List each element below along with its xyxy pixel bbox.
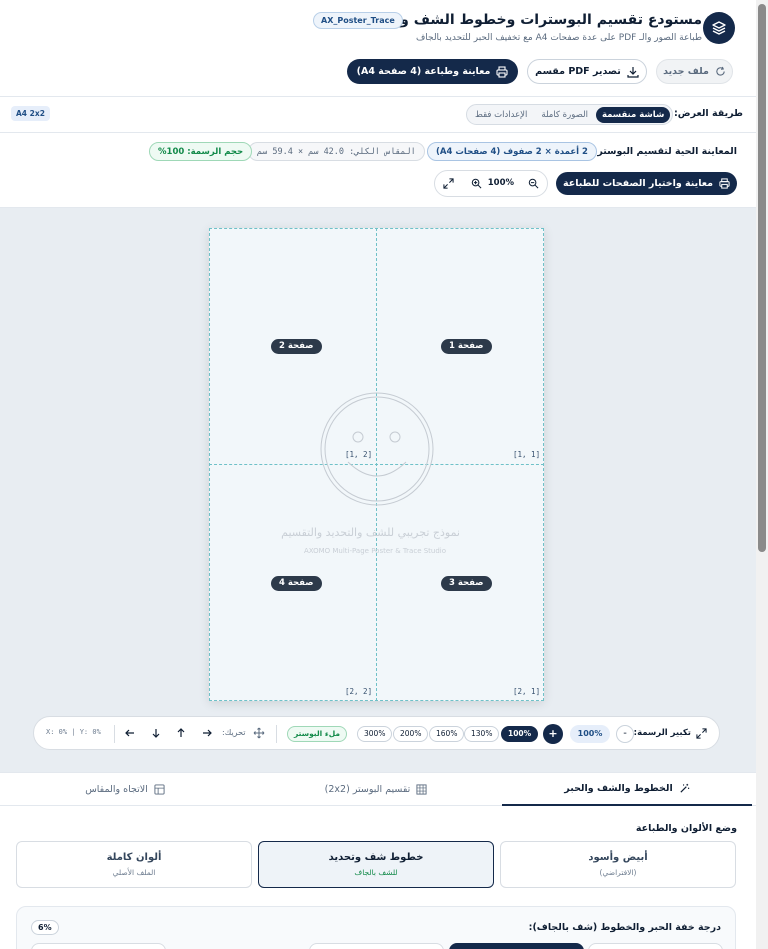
select-pages-print-label: معاينة واختيار الصفحات للطباعة	[562, 178, 714, 189]
arrow-up-icon[interactable]	[175, 727, 187, 739]
magic-wand-icon	[679, 783, 690, 794]
refresh-icon	[715, 66, 726, 77]
zoom-preset-100[interactable]: 100%	[501, 726, 539, 742]
printer-icon	[496, 65, 508, 78]
project-badge: AX_Poster_Trace	[313, 12, 403, 29]
scrollbar-thumb[interactable]	[758, 4, 766, 552]
ink-option[interactable]	[31, 943, 166, 949]
drawing-zoom-value: 100%	[570, 725, 610, 743]
page-label-3[interactable]: صفحة 3	[441, 576, 492, 591]
zoom-minus-button[interactable]: -	[616, 725, 634, 743]
grid-size-badge: A4 2x2	[11, 106, 50, 121]
page-label-1[interactable]: صفحة 1	[441, 339, 492, 354]
position-readout: X: 0% | Y: 0%	[46, 728, 101, 736]
arrow-left-icon[interactable]	[124, 727, 136, 739]
view-option-full-image[interactable]: الصورة كاملة	[535, 107, 594, 123]
color-mode-heading: وضع الألوان والطباعة	[635, 823, 737, 834]
move-label: تحريك:	[222, 728, 246, 737]
grid-icon	[416, 784, 427, 795]
preview-header: المعاينة الحية لتقسيم البوستر: 2 أعمدة ×…	[0, 133, 768, 208]
resize-icon	[696, 728, 707, 739]
total-size-pill: المقاس الكلي: 42.0 سم × 59.4 سم	[248, 142, 425, 161]
color-mode-trace-lines[interactable]: خطوط شف وتحديد للشف بالجاف	[258, 841, 494, 888]
app-subtitle: طباعة الصور والـ PDF على عدة صفحات A4 مع…	[415, 33, 702, 43]
view-option-settings-only[interactable]: الإعدادات فقط	[469, 107, 533, 123]
fill-poster-button[interactable]: ملء البوستر	[287, 726, 348, 742]
app-title: مستودع تقسيم البوسترات وخطوط الشف والتحد…	[352, 12, 702, 28]
watermark-subtitle: AXOMO Multi-Page Poster & Trace Studio	[303, 547, 447, 555]
zoom-in-icon[interactable]	[471, 178, 482, 189]
drawing-zoom-bar: تكبير الرسمة: - 100% + 100% 130% 160% 20…	[33, 716, 720, 750]
zoom-preset-130[interactable]: 130%	[464, 726, 500, 742]
page-coord-1: [1, 1]	[513, 450, 541, 459]
arrow-right-icon[interactable]	[201, 727, 213, 739]
color-mode-bw-sub: (الافتراضي)	[599, 868, 637, 877]
drawing-zoom-label: تكبير الرسمة:	[633, 728, 691, 738]
new-file-label: ملف جديد	[663, 66, 709, 77]
watermark-title: نموذج تجريبي للشف والتحديد والتقسيم	[281, 526, 460, 539]
preview-print-label: معاينة وطباعة (4 صفحة A4)	[356, 66, 491, 77]
zoom-plus-button[interactable]: +	[543, 724, 563, 744]
zoom-preset-160[interactable]: 160%	[429, 726, 465, 742]
tab-poster-split[interactable]: تقسيم البوستر (2x2)	[251, 773, 501, 806]
preview-zoom-value: 100%	[487, 178, 514, 188]
ink-lightness-heading: درجة خفة الحبر والخطوط (شف بالجاف):	[528, 922, 721, 933]
tab-poster-split-label: تقسيم البوستر (2x2)	[324, 784, 411, 795]
new-file-button[interactable]: ملف جديد	[656, 59, 733, 84]
zoom-preset-300[interactable]: 300%	[357, 726, 393, 742]
preview-print-button[interactable]: معاينة وطباعة (4 صفحة A4)	[347, 59, 518, 84]
color-mode-full-sub: الملف الأصلي	[112, 868, 156, 877]
view-mode-bar: طريقة العرض: شاشة منقسمة الصورة كاملة ال…	[0, 97, 768, 133]
color-mode-bw[interactable]: أبيض وأسود (الافتراضي)	[500, 841, 736, 888]
page-label-2[interactable]: صفحة 2	[271, 339, 322, 354]
export-pdf-button[interactable]: تصدير PDF مقسم	[527, 59, 647, 84]
divider	[114, 725, 115, 743]
tab-orientation-size-label: الاتجاه والمقاس	[85, 784, 148, 795]
color-mode-bw-title: أبيض وأسود	[588, 852, 648, 863]
color-mode-full-color[interactable]: ألوان كاملة الملف الأصلي	[16, 841, 252, 888]
page-coord-3: [2, 1]	[513, 687, 541, 696]
preview-zoom-control: 100%	[434, 170, 548, 197]
grid-pill: 2 أعمدة × 2 صفوف (4 صفحات A4)	[427, 142, 597, 161]
drawing-scale-pill: حجم الرسمة: 100%	[149, 142, 253, 161]
page-label-4[interactable]: صفحة 4	[271, 576, 322, 591]
divider	[276, 725, 277, 743]
ink-option-selected[interactable]	[449, 943, 584, 949]
page-coord-2: [1, 2]	[345, 450, 373, 459]
zoom-out-icon[interactable]	[528, 178, 539, 189]
zoom-preset-200[interactable]: 200%	[393, 726, 429, 742]
view-option-split[interactable]: شاشة منقسمة	[595, 106, 671, 123]
color-mode-full-title: ألوان كاملة	[106, 852, 162, 863]
color-mode-trace-title: خطوط شف وتحديد	[328, 852, 424, 863]
view-mode-toggle: شاشة منقسمة الصورة كاملة الإعدادات فقط	[466, 104, 674, 125]
arrow-down-icon[interactable]	[150, 727, 162, 739]
ink-lightness-value: 6%	[31, 920, 59, 935]
fullscreen-icon[interactable]	[443, 178, 454, 189]
smiley-artwork-icon	[320, 392, 434, 506]
color-mode-trace-sub: للشف بالجاف	[354, 868, 398, 877]
page-coord-4: [2, 2]	[345, 687, 373, 696]
select-pages-print-button[interactable]: معاينة واختيار الصفحات للطباعة	[556, 172, 737, 195]
printer-icon	[719, 178, 730, 189]
ink-option[interactable]	[309, 943, 444, 949]
tab-lines-trace-ink-label: الخطوط والشف والحبر	[564, 783, 673, 794]
preview-title: المعاينة الحية لتقسيم البوستر:	[593, 146, 737, 157]
move-icon	[253, 727, 265, 739]
export-pdf-label: تصدير PDF مقسم	[535, 66, 621, 77]
ink-option[interactable]	[588, 943, 723, 949]
download-icon	[627, 66, 639, 78]
app-header: مستودع تقسيم البوسترات وخطوط الشف والتحد…	[0, 0, 768, 97]
tab-orientation-size[interactable]: الاتجاه والمقاس	[0, 773, 250, 806]
view-mode-label: طريقة العرض:	[673, 108, 743, 119]
settings-tabs: الخطوط والشف والحبر تقسيم البوستر (2x2) …	[0, 772, 768, 806]
layout-icon	[154, 784, 165, 795]
tab-lines-trace-ink[interactable]: الخطوط والشف والحبر	[502, 773, 752, 806]
layers-logo-icon	[703, 12, 735, 44]
ink-lightness-panel: درجة خفة الحبر والخطوط (شف بالجاف): 6%	[16, 906, 736, 949]
